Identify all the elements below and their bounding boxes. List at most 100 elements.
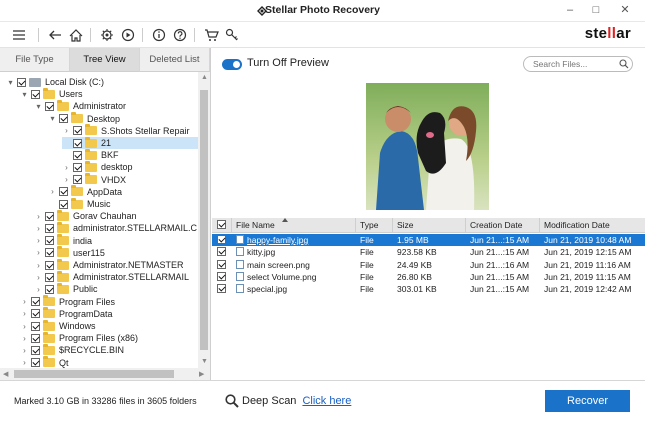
tree-horizontal-scrollbar[interactable]: ◀ ▶ bbox=[0, 368, 210, 380]
tree-checkbox[interactable] bbox=[59, 114, 68, 124]
scroll-up-icon[interactable]: ▲ bbox=[201, 74, 208, 81]
tree-checkbox[interactable] bbox=[73, 175, 82, 185]
table-row[interactable]: special.jpg File 303.01 KB Jun 21...:15 AM J… bbox=[212, 283, 645, 295]
expand-arrow-icon[interactable]: › bbox=[34, 224, 43, 233]
scrollbar-thumb[interactable] bbox=[14, 370, 174, 378]
key-icon[interactable] bbox=[223, 26, 241, 44]
search-input[interactable] bbox=[523, 56, 633, 72]
tree-item[interactable]: ▾ Administrator bbox=[34, 99, 126, 112]
expand-arrow-icon[interactable]: › bbox=[34, 236, 43, 245]
column-file-name[interactable]: File Name bbox=[232, 218, 356, 233]
expand-arrow-icon[interactable]: › bbox=[34, 212, 43, 221]
info-icon[interactable] bbox=[150, 26, 168, 44]
expand-arrow-icon[interactable]: › bbox=[20, 322, 29, 331]
scroll-right-icon[interactable]: ▶ bbox=[199, 370, 204, 378]
tab-deleted-list[interactable]: Deleted List bbox=[140, 48, 210, 72]
expand-arrow-icon[interactable]: › bbox=[34, 273, 43, 282]
tree-checkbox[interactable] bbox=[31, 358, 40, 368]
table-row[interactable]: happy-family.jpg File 1.95 MB Jun 21...:15 … bbox=[212, 234, 645, 246]
tree-checkbox[interactable] bbox=[45, 223, 54, 233]
select-all-checkbox[interactable] bbox=[217, 220, 226, 229]
maximize-icon[interactable]: □ bbox=[589, 3, 603, 17]
close-icon[interactable]: ✕ bbox=[618, 3, 632, 17]
tree-item[interactable]: › $RECYCLE.BIN bbox=[20, 343, 124, 356]
tree-checkbox[interactable] bbox=[45, 260, 54, 270]
expand-arrow-icon[interactable]: › bbox=[62, 175, 71, 184]
tree-item[interactable]: › user115 bbox=[34, 246, 105, 259]
collapse-arrow-icon[interactable]: ▾ bbox=[48, 114, 57, 123]
tree-checkbox[interactable] bbox=[73, 162, 82, 172]
expand-arrow-icon[interactable]: › bbox=[62, 126, 71, 135]
tree-checkbox[interactable] bbox=[45, 211, 54, 221]
tree-vertical-scrollbar[interactable]: ▲ ▼ bbox=[198, 72, 210, 368]
deep-scan-link[interactable]: Click here bbox=[302, 395, 351, 407]
tree-checkbox[interactable] bbox=[31, 309, 40, 319]
tab-file-type[interactable]: File Type bbox=[0, 48, 70, 72]
tree-item[interactable]: › Windows bbox=[20, 319, 96, 332]
tree-item[interactable]: › Administrator.NETMASTER bbox=[34, 258, 184, 271]
expand-arrow-icon[interactable]: › bbox=[20, 334, 29, 343]
tree-item[interactable]: › Program Files (x86) bbox=[20, 331, 138, 344]
tree-item[interactable]: › Gorav Chauhan bbox=[34, 209, 137, 222]
tab-tree-view[interactable]: Tree View bbox=[70, 48, 140, 72]
tree-checkbox[interactable] bbox=[59, 187, 68, 197]
table-row[interactable]: kitty.jpg File 923.58 KB Jun 21...:15 AM Jun… bbox=[212, 246, 645, 258]
tree-item[interactable]: 21 bbox=[62, 136, 198, 149]
minimize-icon[interactable]: – bbox=[563, 3, 577, 17]
tree-item[interactable]: › Qt bbox=[20, 356, 69, 368]
help-icon[interactable] bbox=[171, 26, 189, 44]
settings-icon[interactable] bbox=[98, 26, 116, 44]
expand-arrow-icon[interactable]: › bbox=[62, 163, 71, 172]
expand-arrow-icon[interactable]: › bbox=[34, 248, 43, 257]
tree-checkbox[interactable] bbox=[73, 150, 82, 160]
header-select-all[interactable] bbox=[212, 218, 232, 233]
expand-arrow-icon[interactable]: › bbox=[34, 261, 43, 270]
tree-item[interactable]: ▾ Local Disk (C:) bbox=[6, 76, 104, 88]
expand-arrow-icon[interactable]: › bbox=[20, 297, 29, 306]
table-row[interactable]: main screen.png File 24.49 KB Jun 21...:16 … bbox=[212, 259, 645, 271]
tree-item[interactable]: › desktop bbox=[62, 160, 133, 173]
expand-arrow-icon[interactable]: › bbox=[20, 346, 29, 355]
column-type[interactable]: Type bbox=[356, 218, 393, 233]
expand-arrow-icon[interactable]: › bbox=[20, 309, 29, 318]
tree-item[interactable]: › ProgramData bbox=[20, 307, 113, 320]
tree-checkbox[interactable] bbox=[59, 199, 68, 209]
expand-arrow-icon[interactable]: › bbox=[20, 358, 29, 367]
cart-icon[interactable] bbox=[202, 26, 220, 44]
row-checkbox[interactable] bbox=[217, 271, 226, 281]
column-modification-date[interactable]: Modification Date bbox=[540, 218, 645, 233]
tree-checkbox[interactable] bbox=[17, 77, 26, 87]
scroll-down-icon[interactable]: ▼ bbox=[201, 358, 208, 365]
collapse-arrow-icon[interactable]: ▾ bbox=[20, 90, 29, 99]
tree-item[interactable]: › AppData bbox=[48, 185, 122, 198]
column-creation-date[interactable]: Creation Date bbox=[466, 218, 540, 233]
tree-checkbox[interactable] bbox=[45, 248, 54, 258]
collapse-arrow-icon[interactable]: ▾ bbox=[6, 78, 15, 87]
menu-icon[interactable] bbox=[10, 26, 28, 44]
preview-toggle[interactable] bbox=[222, 59, 242, 70]
row-checkbox[interactable] bbox=[217, 284, 226, 294]
tree-item[interactable]: › Public bbox=[34, 282, 98, 295]
tree-checkbox[interactable] bbox=[31, 345, 40, 355]
search-icon[interactable] bbox=[619, 59, 629, 69]
tree-checkbox[interactable] bbox=[73, 138, 82, 148]
expand-arrow-icon[interactable]: › bbox=[48, 187, 57, 196]
tree-checkbox[interactable] bbox=[73, 126, 82, 136]
tree-checkbox[interactable] bbox=[31, 321, 40, 331]
table-row[interactable]: select Volume.png File 26.80 KB Jun 21...:1… bbox=[212, 271, 645, 283]
tree-item[interactable]: › administrator.STELLARMAIL.C bbox=[34, 221, 197, 234]
play-icon[interactable] bbox=[119, 26, 137, 44]
tree-checkbox[interactable] bbox=[45, 272, 54, 282]
scrollbar-thumb[interactable] bbox=[200, 90, 208, 350]
expand-arrow-icon[interactable]: › bbox=[34, 285, 43, 294]
recover-button[interactable]: Recover bbox=[545, 390, 630, 412]
tree-item[interactable]: › VHDX bbox=[62, 173, 126, 186]
home-icon[interactable] bbox=[67, 26, 85, 44]
tree-item[interactable]: ▾ Users bbox=[20, 87, 83, 100]
tree-item[interactable]: Music bbox=[48, 197, 111, 210]
column-size[interactable]: Size bbox=[393, 218, 466, 233]
tree-item[interactable]: › Administrator.STELLARMAIL bbox=[34, 270, 189, 283]
back-icon[interactable] bbox=[46, 26, 64, 44]
tree-item[interactable]: BKF bbox=[62, 148, 119, 161]
tree-checkbox[interactable] bbox=[45, 101, 54, 111]
